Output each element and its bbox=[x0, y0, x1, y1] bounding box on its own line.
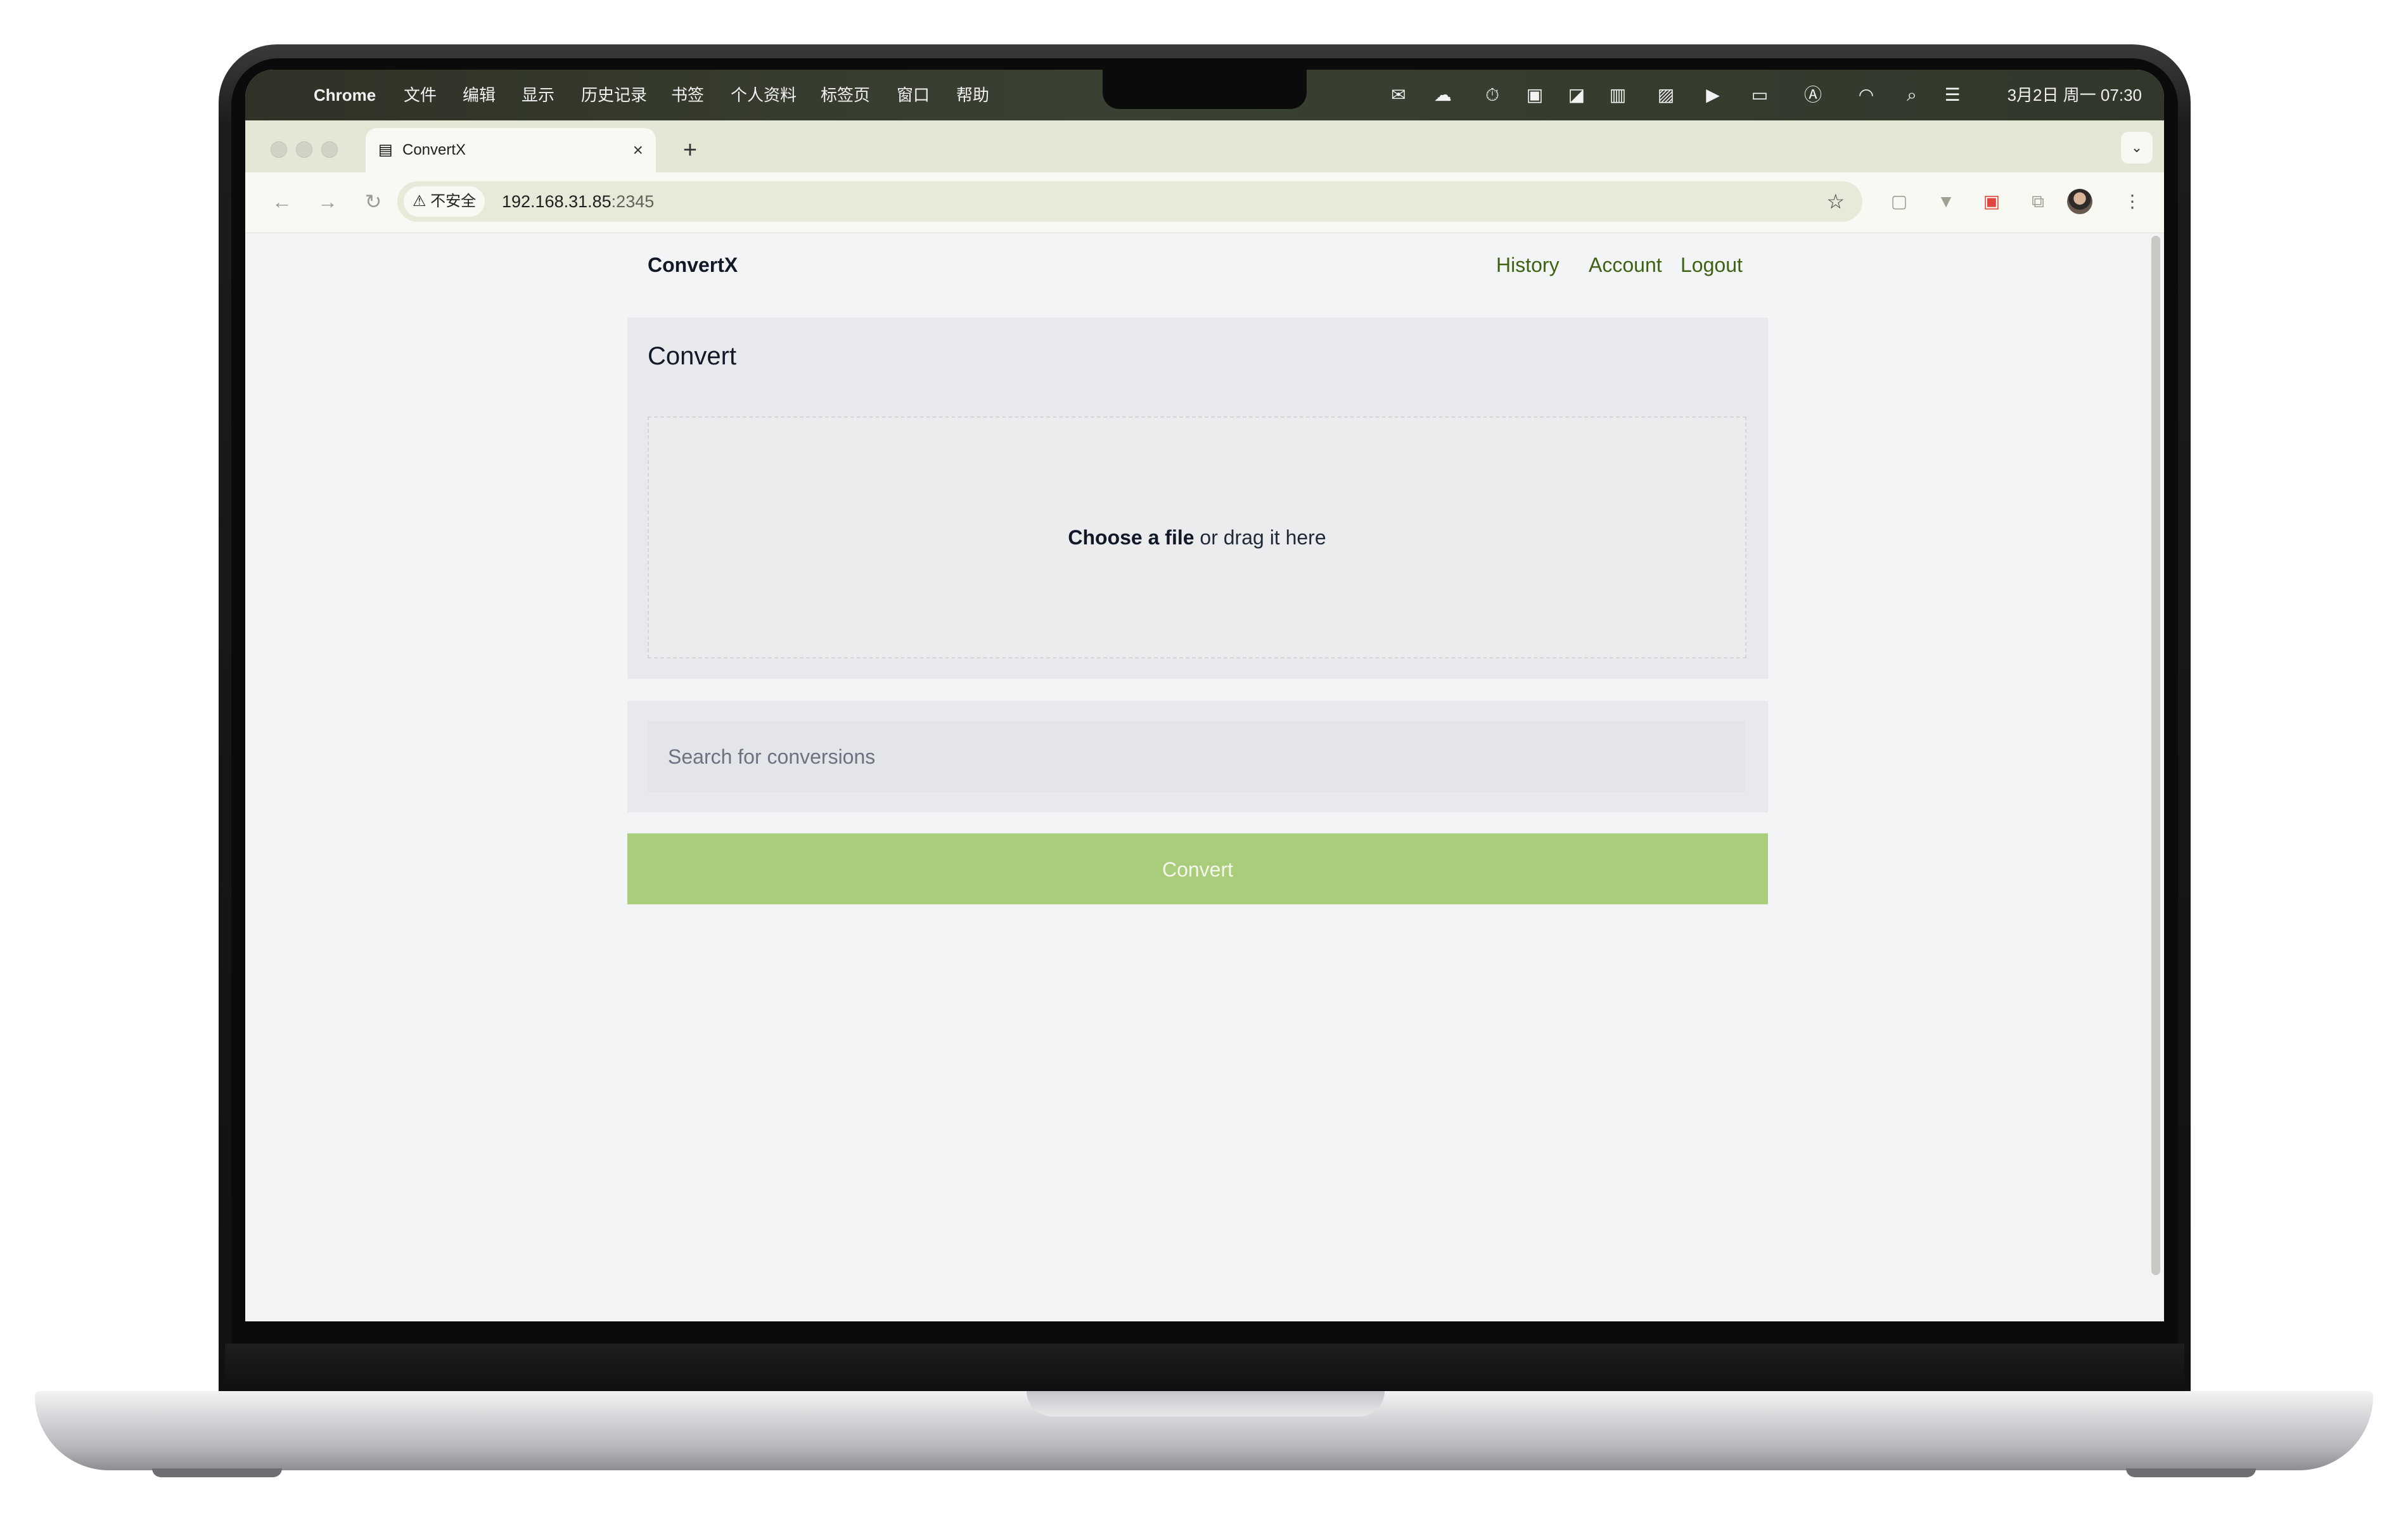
input-method-icon[interactable]: Ⓐ bbox=[1802, 84, 1824, 106]
convert-card: Convert Choose a file or drag it here bbox=[627, 318, 1768, 679]
menu-view[interactable]: 显示 bbox=[522, 70, 554, 120]
forward-arrow-icon[interactable]: → bbox=[310, 184, 345, 219]
not-secure-chip[interactable]: ⚠ 不安全 bbox=[404, 186, 485, 217]
file-dropzone[interactable]: Choose a file or drag it here bbox=[648, 416, 1746, 658]
battery-icon[interactable]: ▭ bbox=[1748, 84, 1771, 106]
image-icon[interactable]: ▨ bbox=[1655, 84, 1677, 106]
macos-menu-bar: Chrome 文件 编辑 显示 历史记录 书签 个人资料 标签页 窗口 帮助 ✉… bbox=[245, 70, 2164, 120]
convert-heading: Convert bbox=[648, 342, 737, 370]
window-close-light[interactable] bbox=[271, 141, 287, 158]
app-menu-chrome[interactable]: Chrome bbox=[314, 70, 376, 120]
bookmark-star-icon[interactable]: ☆ bbox=[1826, 181, 1845, 222]
chrome-menu-kebab-icon[interactable]: ⋮ bbox=[2115, 184, 2150, 219]
window-zoom-light[interactable] bbox=[321, 141, 338, 158]
drag-hint: or drag it here bbox=[1194, 526, 1326, 549]
brand-logo-link[interactable]: ConvertX bbox=[648, 233, 738, 297]
menu-tab[interactable]: 标签页 bbox=[821, 70, 870, 120]
laptop-foot-left bbox=[152, 1468, 282, 1477]
convert-button[interactable]: Convert bbox=[627, 833, 1768, 904]
cloud-upload-icon[interactable]: ☁ bbox=[1431, 84, 1454, 106]
url-port: :2345 bbox=[611, 192, 655, 211]
menu-profiles[interactable]: 个人资料 bbox=[731, 70, 797, 120]
wifi-icon[interactable]: ◠ bbox=[1855, 84, 1878, 106]
menu-history[interactable]: 历史记录 bbox=[581, 70, 647, 120]
clock-timer-icon[interactable]: ⏱ bbox=[1481, 84, 1504, 106]
menubar-clock[interactable]: 3月2日 周一 07:30 bbox=[2008, 70, 2142, 120]
back-arrow-icon[interactable]: ← bbox=[264, 184, 300, 219]
extension-square-icon[interactable]: ▢ bbox=[1881, 184, 1917, 219]
play-icon[interactable]: ▶ bbox=[1701, 84, 1724, 106]
laptop-foot-right bbox=[2126, 1468, 2256, 1477]
nav-logout-link[interactable]: Logout bbox=[1681, 233, 1743, 297]
tab-title: ConvertX bbox=[402, 141, 466, 158]
menu-bookmarks[interactable]: 书签 bbox=[671, 70, 704, 120]
menu-edit[interactable]: 编辑 bbox=[463, 70, 496, 120]
translate-icon[interactable]: ◪ bbox=[1565, 84, 1588, 106]
extension-v-icon[interactable]: ▼ bbox=[1928, 184, 1964, 219]
page-scrollbar[interactable] bbox=[2151, 236, 2160, 1275]
wechat-icon[interactable]: ✉ bbox=[1387, 84, 1410, 106]
reload-icon[interactable]: ↻ bbox=[355, 184, 391, 219]
calendar-grid-icon[interactable]: ▥ bbox=[1606, 84, 1629, 106]
laptop-opening-notch bbox=[1027, 1391, 1385, 1416]
choose-file-link[interactable]: Choose a file bbox=[1068, 526, 1194, 549]
control-center-icon[interactable]: ☰ bbox=[1941, 84, 1964, 106]
menu-file[interactable]: 文件 bbox=[404, 70, 437, 120]
nav-account-link[interactable]: Account bbox=[1589, 233, 1662, 297]
screen: Chrome 文件 编辑 显示 历史记录 书签 个人资料 标签页 窗口 帮助 ✉… bbox=[245, 70, 2164, 1321]
new-tab-button[interactable]: + bbox=[674, 128, 706, 172]
spotlight-search-icon[interactable]: ⌕ bbox=[1900, 84, 1923, 106]
dropzone-text: Choose a file or drag it here bbox=[649, 418, 1745, 657]
menu-window[interactable]: 窗口 bbox=[897, 70, 930, 120]
camera-notch bbox=[1103, 70, 1307, 109]
youdao-dict-icon[interactable]: ▣ bbox=[1523, 84, 1546, 106]
extensions-puzzle-icon[interactable]: ⧉ bbox=[2020, 184, 2056, 219]
url-text[interactable]: 192.168.31.85:2345 bbox=[502, 181, 654, 222]
window-minimize-light[interactable] bbox=[296, 141, 312, 158]
tab-convertx[interactable]: ▤ ConvertX × bbox=[366, 128, 656, 172]
webpage: ConvertX History Account Logout Convert … bbox=[245, 233, 2149, 1321]
tab-search-chevron-icon[interactable]: ⌄ bbox=[2121, 132, 2153, 164]
address-bar[interactable]: ⚠ 不安全 192.168.31.85:2345 ☆ bbox=[397, 181, 1862, 222]
extension-fe-icon[interactable]: ▣ bbox=[1974, 184, 2009, 219]
document-favicon-icon: ▤ bbox=[378, 141, 393, 158]
search-card bbox=[627, 701, 1768, 812]
search-conversions-input[interactable] bbox=[648, 721, 1745, 792]
tab-close-icon[interactable]: × bbox=[633, 128, 643, 172]
menu-help[interactable]: 帮助 bbox=[956, 70, 989, 120]
url-host: 192.168.31.85 bbox=[502, 192, 612, 211]
nav-history-link[interactable]: History bbox=[1496, 233, 1559, 297]
profile-avatar[interactable] bbox=[2067, 189, 2092, 214]
